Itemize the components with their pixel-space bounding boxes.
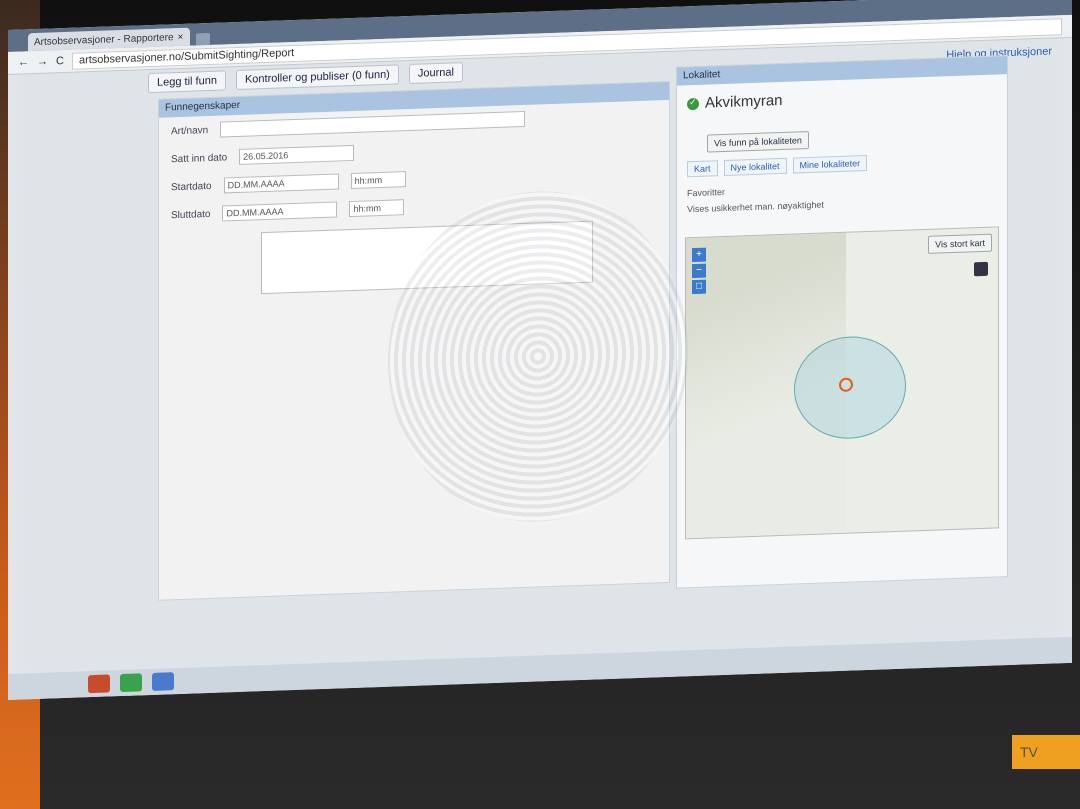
- browser-tab-title: Artsobservasjoner - Rapportere: [34, 31, 174, 48]
- layers-icon[interactable]: [974, 261, 988, 277]
- tab-journal[interactable]: Journal: [408, 62, 463, 85]
- zoom-in-button[interactable]: +: [692, 247, 706, 263]
- reload-icon[interactable]: C: [56, 55, 64, 67]
- uncertainty-label: Vises usikkerhet man. nøyaktighet: [687, 199, 824, 215]
- end-date-input[interactable]: DD.MM.AAAA: [222, 201, 338, 222]
- check-icon: [687, 97, 699, 110]
- laptop-screen: Artsobservasjoner - Rapportere × ← → C a…: [8, 0, 1072, 701]
- location-map[interactable]: + − □ Vis stort kart: [685, 226, 999, 540]
- taskbar-window-icon[interactable]: [152, 672, 174, 691]
- show-sightings-button[interactable]: Vis funn på lokaliteten: [707, 131, 809, 153]
- new-tab-button[interactable]: [196, 32, 210, 46]
- end-date-label: Sluttdato: [171, 208, 211, 221]
- location-panel: Lokalitet Akvikmyran Vis funn på lokalit…: [676, 55, 1008, 589]
- locate-button[interactable]: □: [692, 279, 706, 295]
- tab-review-publish[interactable]: Kontroller og publiser (0 funn): [235, 64, 399, 91]
- back-icon[interactable]: ←: [18, 56, 29, 68]
- tab-map[interactable]: Kart: [687, 160, 718, 178]
- tab-my-locations[interactable]: Mine lokaliteter: [792, 155, 868, 174]
- end-time-input[interactable]: hh:mm: [349, 199, 405, 218]
- date-label: Satt inn dato: [171, 151, 228, 165]
- date-input[interactable]: 26.05.2016: [239, 144, 355, 165]
- start-date-label: Startdato: [171, 180, 212, 193]
- tab-add-sighting[interactable]: Legg til funn: [148, 70, 226, 94]
- taskbar-app-icon[interactable]: [88, 674, 110, 694]
- start-time-input[interactable]: hh:mm: [350, 171, 406, 190]
- forward-icon[interactable]: →: [37, 56, 48, 68]
- map-zoom-controls: + − □: [692, 247, 706, 295]
- location-name: Akvikmyran: [705, 91, 783, 112]
- zoom-out-button[interactable]: −: [692, 263, 706, 279]
- tab-new-location[interactable]: Nye lokalitet: [723, 157, 787, 177]
- large-map-button[interactable]: Vis stort kart: [928, 233, 992, 254]
- tv-label: TV: [1012, 735, 1080, 769]
- favorites-label: Favoritter: [687, 186, 726, 199]
- start-date-input[interactable]: DD.MM.AAAA: [223, 173, 339, 194]
- close-icon[interactable]: ×: [178, 31, 184, 42]
- species-label: Art/navn: [171, 124, 209, 137]
- taskbar-browser-icon[interactable]: [120, 673, 142, 693]
